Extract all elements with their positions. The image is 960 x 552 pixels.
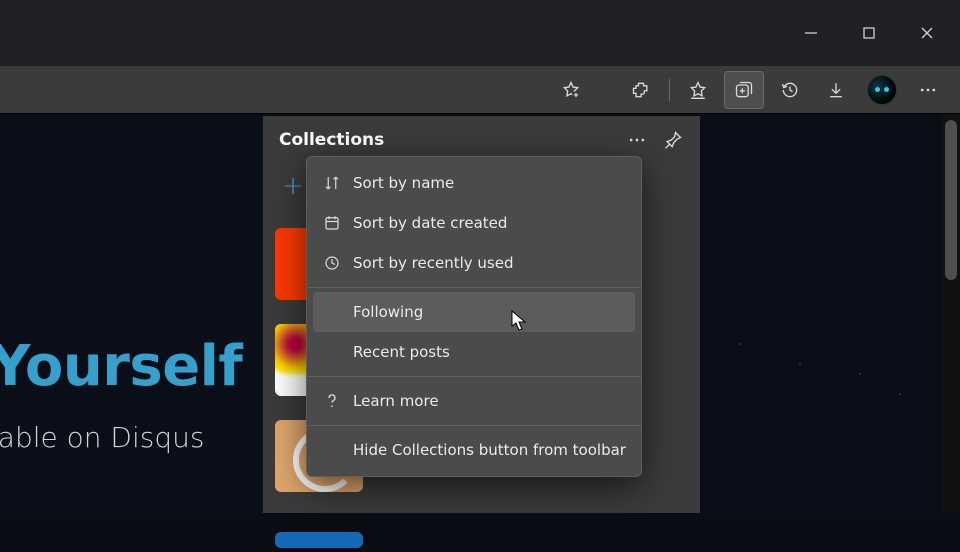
context-menu-item[interactable]: Sort by name [307, 163, 641, 203]
context-menu-item[interactable]: Sort by date created [307, 203, 641, 243]
pin-icon [663, 130, 683, 150]
context-menu-item-label: Learn more [353, 392, 439, 410]
minimize-icon [804, 26, 818, 40]
minimize-button[interactable] [782, 10, 840, 56]
hero: Yourself lable on Disqus [0, 334, 242, 454]
context-menu-item[interactable]: Learn more [307, 381, 641, 421]
context-menu: Sort by name Sort by date created Sort by … [306, 156, 642, 477]
add-favorite-button[interactable] [551, 71, 591, 109]
history-icon [780, 80, 800, 100]
context-menu-divider [307, 376, 641, 377]
scrollbar-thumb[interactable] [945, 120, 957, 280]
context-menu-divider [307, 287, 641, 288]
favorites-button[interactable] [678, 71, 718, 109]
hero-subtitle: lable on Disqus [0, 421, 242, 454]
close-button[interactable] [898, 10, 956, 56]
title-bar [0, 0, 960, 66]
help-icon [323, 392, 353, 410]
context-menu-divider [307, 425, 641, 426]
context-menu-item[interactable]: Sort by recently used [307, 243, 641, 283]
collections-more-button[interactable] [626, 129, 648, 151]
context-menu-item-label: Following [353, 303, 423, 321]
avatar-icon [867, 75, 897, 105]
context-menu-item-label: Recent posts [353, 343, 450, 361]
context-menu-item-label: Sort by recently used [353, 254, 514, 272]
context-menu-item[interactable]: Recent posts [307, 332, 641, 372]
extensions-button[interactable] [621, 71, 661, 109]
collections-title: Collections [279, 130, 384, 150]
more-icon [627, 130, 647, 150]
more-button[interactable] [908, 71, 948, 109]
maximize-icon [862, 26, 876, 40]
history-button[interactable] [770, 71, 810, 109]
context-menu-item-label: Hide Collections button from toolbar [353, 441, 626, 459]
profile-button[interactable] [862, 71, 902, 109]
browser-window: Yourself lable on Disqus Collections + [0, 0, 960, 513]
extensions-icon [631, 80, 651, 100]
maximize-button[interactable] [840, 10, 898, 56]
toolbar [0, 66, 960, 114]
separator [669, 79, 670, 101]
downloads-button[interactable] [816, 71, 856, 109]
close-icon [920, 26, 934, 40]
star-add-icon [561, 80, 581, 100]
pin-button[interactable] [662, 129, 684, 151]
downloads-icon [826, 80, 846, 100]
hero-title: Yourself [0, 334, 242, 399]
context-menu-item-label: Sort by name [353, 174, 454, 192]
more-icon [918, 80, 938, 100]
context-menu-item-label: Sort by date created [353, 214, 507, 232]
collections-icon [734, 80, 754, 100]
favorites-bar-icon [688, 80, 708, 100]
sort-alpha-icon [323, 174, 353, 192]
collections-button[interactable] [724, 71, 764, 109]
context-menu-item[interactable]: Following [313, 292, 635, 332]
calendar-icon [323, 214, 353, 232]
clock-icon [323, 254, 353, 272]
page-scrollbar[interactable] [942, 114, 960, 513]
context-menu-item[interactable]: Hide Collections button from toolbar [307, 430, 641, 470]
collection-tile[interactable] [275, 532, 363, 548]
